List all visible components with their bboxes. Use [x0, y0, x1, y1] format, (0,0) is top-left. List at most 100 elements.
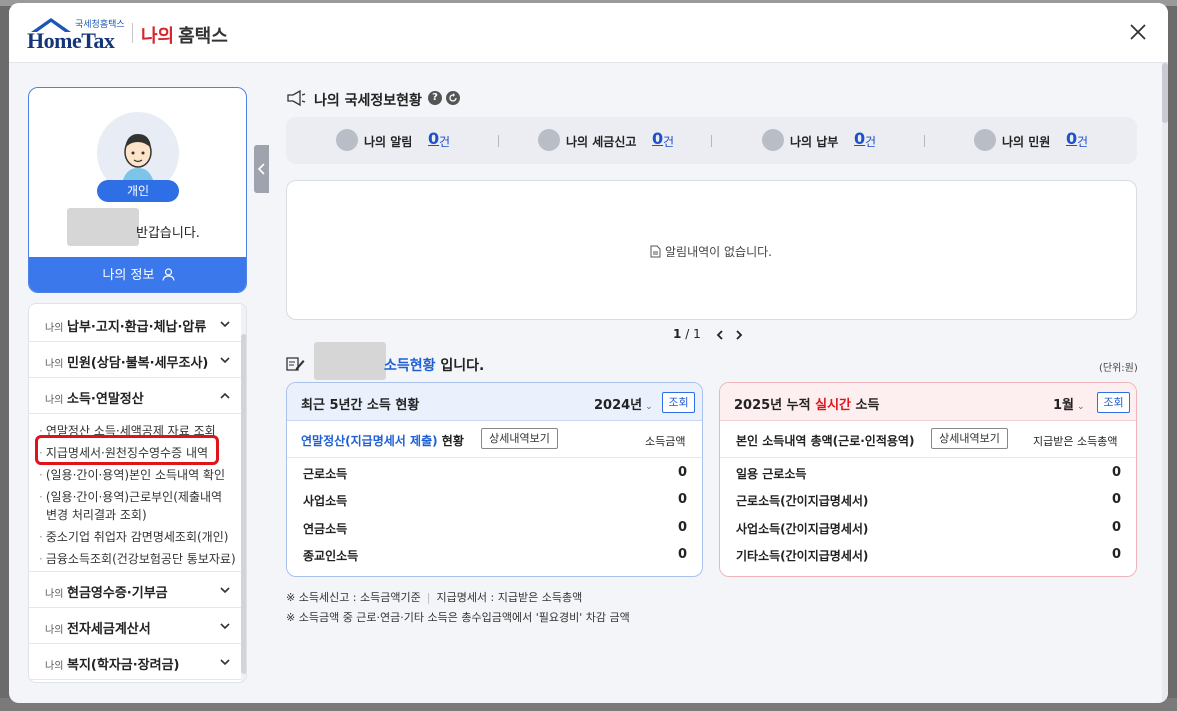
- chevron-right-icon[interactable]: [733, 329, 745, 341]
- submenu-item-sme-reduction[interactable]: 중소기업 취업자 감면명세조회(개인): [39, 528, 229, 545]
- income-row-value: 0: [1111, 547, 1121, 562]
- income-row-value: 0: [1111, 520, 1121, 535]
- income-title-rest: 입니다.: [440, 358, 485, 374]
- income-row-value: 0: [677, 520, 687, 535]
- user-name-redacted: [67, 208, 139, 246]
- modal-scrollbar[interactable]: [1162, 63, 1168, 703]
- megaphone-icon: [287, 89, 306, 107]
- income-title-highlight: 소득현황: [384, 358, 436, 374]
- card-divider: [287, 457, 702, 458]
- detail-view-button[interactable]: 상세내역보기: [931, 428, 1008, 449]
- income-row-label: 종교인소득: [303, 549, 359, 563]
- user-type-badge: 개인: [97, 180, 179, 202]
- my-info-button[interactable]: 나의 정보: [29, 257, 246, 292]
- menu-prefix: 나의: [45, 323, 64, 334]
- chevron-down-icon: ⌄: [645, 402, 653, 412]
- hometax-logo[interactable]: 국세청홈택스 HomeTax: [27, 17, 127, 53]
- stat-separator: [711, 135, 712, 147]
- status-title: 나의 국세정보현황: [314, 93, 422, 109]
- user-name-redacted: [314, 342, 386, 380]
- chevron-left-icon[interactable]: [714, 329, 726, 341]
- menu-cash-receipt[interactable]: 나의 현금영수증·기부금: [29, 572, 241, 608]
- stat-label: 나의 납부: [790, 135, 839, 149]
- help-icon[interactable]: ?: [428, 91, 442, 105]
- highlight-annotation: [35, 435, 219, 465]
- menu-prefix: 나의: [45, 359, 64, 370]
- greeting-text: 반갑습니다.: [136, 226, 200, 241]
- detail-view-button[interactable]: 상세내역보기: [481, 428, 558, 449]
- five-year-income-card: 최근 5년간 소득 현황 2024년 ⌄ 조회 연말정산(지급명세서 제출) 현황…: [286, 382, 703, 577]
- menu-scrollbar-thumb[interactable]: [241, 334, 246, 674]
- subheading-rest: 현황: [441, 434, 464, 448]
- stat-label: 나의 세금신고: [566, 135, 637, 149]
- menu-label: 납부·고지·환급·체납·압류: [67, 320, 207, 335]
- month-select[interactable]: 1월 ⌄: [1053, 394, 1085, 413]
- stat-count: 0: [428, 129, 440, 148]
- submenu-item-denial-submission[interactable]: (일용·간이·용역)근로부인(제출내역: [39, 488, 222, 505]
- logo-wordmark: HomeTax: [27, 28, 115, 53]
- income-row-value: 0: [677, 465, 687, 480]
- income-section-title: 소득현황 입니다.: [384, 355, 484, 375]
- card-subheading: 본인 소득내역 총액(근로·인적용역): [736, 434, 915, 448]
- modal-scrollbar-thumb[interactable]: [1162, 63, 1168, 123]
- chevron-down-icon: [220, 659, 230, 666]
- modal-title-dark: 홈택스: [178, 26, 228, 47]
- stat-unit: 건: [865, 135, 877, 149]
- menu-income-settlement[interactable]: 나의 소득·연말정산: [29, 378, 241, 414]
- column-label: 지급받은 소득총액: [1033, 435, 1118, 448]
- submenu-item-own-income-check[interactable]: (일용·간이·용역)본인 소득내역 확인: [39, 466, 225, 483]
- income-row-label: 기타소득(간이지급명세서): [736, 549, 869, 563]
- card-header: 2025년 누적 실시간 소득 1월 ⌄ 조회: [720, 383, 1136, 421]
- income-row-label: 근로소득(간이지급명세서): [736, 494, 869, 508]
- chevron-up-icon: [220, 392, 230, 399]
- lookup-button[interactable]: 조회: [1097, 392, 1130, 413]
- income-row-value: 0: [1111, 465, 1121, 480]
- sidebar-collapse-button[interactable]: [254, 145, 269, 193]
- menu-welfare[interactable]: 나의 복지(학자금·장려금): [29, 644, 241, 680]
- column-label: 소득금액: [645, 435, 686, 448]
- chevron-down-icon: [220, 321, 230, 328]
- submenu-item-financial-income[interactable]: 금융소득조회(건강보험공단 통보자료): [39, 550, 236, 567]
- chevron-down-icon: [220, 357, 230, 364]
- menu-label: 현금영수증·기부금: [67, 586, 168, 601]
- edit-note-icon: [286, 357, 305, 371]
- payment-icon: [762, 129, 784, 151]
- menu-prefix: 나의: [45, 661, 64, 672]
- footnote-line-2: ※ 소득금액 중 근로·연금·기타 소득은 총수입금액에서 '필요경비' 차감 …: [286, 611, 630, 624]
- document-edit-icon: [538, 129, 560, 151]
- lookup-button[interactable]: 조회: [662, 392, 695, 413]
- person-icon: [161, 268, 175, 281]
- close-icon[interactable]: [1127, 21, 1149, 43]
- left-menu: 나의 납부·고지·환급·체납·압류 나의 민원(상담·불복·세무조사) 나의 소…: [28, 303, 247, 683]
- refresh-icon[interactable]: [446, 91, 460, 105]
- stat-unit: 건: [439, 135, 451, 149]
- income-row-value: 0: [677, 492, 687, 507]
- menu-label: 소득·연말정산: [67, 392, 144, 407]
- menu-payment[interactable]: 나의 납부·고지·환급·체납·압류: [29, 306, 241, 342]
- stat-label: 나의 민원: [1002, 135, 1051, 149]
- chevron-down-icon: [220, 587, 230, 594]
- notice-list-panel: 알림내역이 없습니다.: [286, 180, 1137, 320]
- my-hometax-modal: 국세청홈택스 HomeTax 나의 홈택스 개인 반갑습니다. 나의 정보 나의…: [9, 3, 1168, 703]
- pager-total: 1: [693, 327, 701, 341]
- subheading-highlight: 연말정산(지급명세서 제출): [301, 434, 438, 448]
- footnote-separator: |: [426, 591, 431, 604]
- modal-header: 국세청홈택스 HomeTax 나의 홈택스: [9, 3, 1168, 63]
- year-select[interactable]: 2024년 ⌄: [594, 394, 653, 413]
- notice-empty-text: 알림내역이 없습니다.: [665, 245, 772, 259]
- year-select-value: 2024년: [594, 398, 643, 413]
- menu-civil-affairs[interactable]: 나의 민원(상담·불복·세무조사): [29, 342, 241, 378]
- card-subheading: 연말정산(지급명세서 제출) 현황: [301, 432, 464, 449]
- pager-current: 1: [673, 327, 682, 341]
- card-divider: [720, 457, 1136, 458]
- my-info-label: 나의 정보: [102, 268, 155, 283]
- stat-label: 나의 알림: [364, 135, 413, 149]
- income-row-value: 0: [677, 547, 687, 562]
- clipboard-icon: [974, 129, 996, 151]
- bell-icon: [336, 129, 358, 151]
- stat-count: 0: [1066, 129, 1078, 148]
- income-row-value: 0: [1111, 492, 1121, 507]
- profile-card: 개인 반갑습니다. 나의 정보: [28, 87, 247, 293]
- submenu-item-denial-submission-cont[interactable]: 변경 처리결과 조회): [39, 506, 147, 523]
- menu-e-tax-invoice[interactable]: 나의 전자세금계산서: [29, 608, 241, 644]
